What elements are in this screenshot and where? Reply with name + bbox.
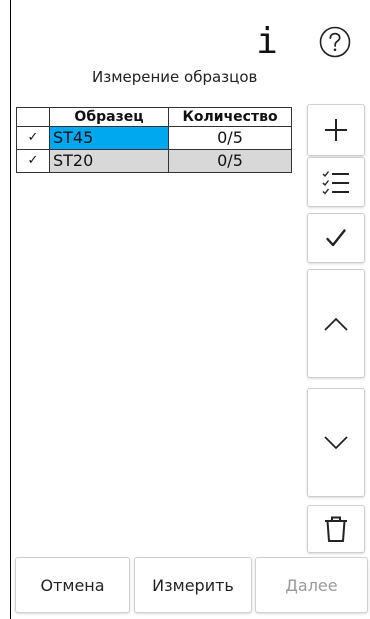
samples-table: Образец Количество ✓ ST45 0/5 ✓ ST20 0/5 — [16, 107, 292, 173]
chevron-up-icon — [324, 317, 348, 331]
column-header-sample[interactable]: Образец — [49, 107, 169, 127]
column-header-quantity[interactable]: Количество — [168, 107, 292, 127]
confirm-button[interactable] — [307, 213, 365, 263]
chevron-down-icon — [324, 435, 348, 449]
quantity-cell[interactable]: 0/5 — [168, 126, 292, 150]
page-title: Измерение образцов — [92, 68, 258, 86]
next-button[interactable]: Далее — [255, 557, 368, 613]
info-icon[interactable]: i — [247, 22, 287, 62]
quantity-cell[interactable]: 0/5 — [168, 149, 292, 173]
sample-name-cell[interactable]: ST45 — [49, 126, 169, 150]
move-down-button[interactable] — [307, 388, 365, 497]
move-up-button[interactable] — [307, 269, 365, 378]
table-row[interactable]: ✓ ST20 0/5 — [16, 149, 292, 173]
cancel-button[interactable]: Отмена — [15, 557, 130, 613]
row-checkbox[interactable]: ✓ — [16, 126, 50, 150]
checklist-icon — [322, 171, 349, 195]
select-list-button[interactable] — [307, 157, 365, 207]
measure-button[interactable]: Измерить — [134, 557, 252, 613]
table-row[interactable]: ✓ ST45 0/5 — [16, 126, 292, 150]
trash-icon — [325, 516, 347, 542]
delete-button[interactable] — [307, 505, 365, 553]
help-circle-icon[interactable] — [318, 25, 352, 59]
window-edge — [10, 0, 11, 619]
table-header-row: Образец Количество — [16, 107, 292, 127]
app-window: i Измерение образцов Образец Количество … — [0, 0, 370, 619]
plus-icon — [325, 119, 347, 141]
row-checkbox[interactable]: ✓ — [16, 149, 50, 173]
add-sample-button[interactable] — [307, 104, 365, 156]
column-header-check — [16, 107, 50, 127]
sample-name-cell[interactable]: ST20 — [49, 149, 169, 173]
checkmark-icon — [326, 229, 346, 247]
